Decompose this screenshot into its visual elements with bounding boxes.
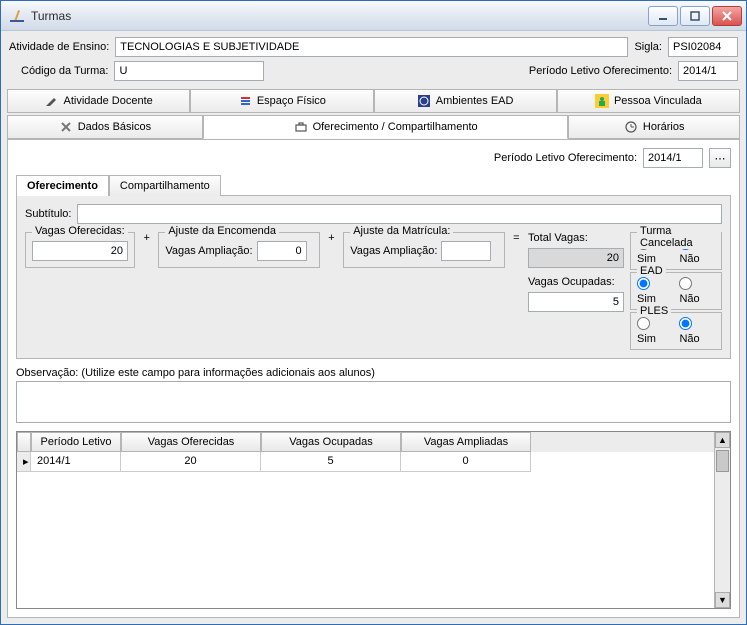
titlebar[interactable]: Turmas [1, 1, 746, 31]
subtab-oferecimento[interactable]: Oferecimento [16, 175, 109, 196]
periodo-header-input[interactable] [678, 61, 738, 81]
grid-header: Período Letivo Vagas Oferecidas Vagas Oc… [17, 432, 714, 452]
ples-sim[interactable]: Sim [637, 317, 671, 345]
clock-icon [624, 120, 638, 134]
header-fields: Atividade de Ensino: Sigla: Código da Tu… [1, 31, 746, 87]
tab-label: Espaço Físico [257, 95, 326, 107]
plus-symbol: + [141, 232, 152, 244]
tab-dados-basicos[interactable]: Dados Básicos [7, 115, 203, 139]
col-ampliadas[interactable]: Vagas Ampliadas [401, 432, 531, 452]
ampliacao-matricula-label: Vagas Ampliação: [350, 245, 437, 257]
vagas-ocupadas-output [528, 292, 624, 312]
col-ocupadas[interactable]: Vagas Ocupadas [261, 432, 401, 452]
pencil-icon [44, 94, 58, 108]
tab-label: Dados Básicos [78, 121, 151, 133]
row-indicator: ▸ [17, 452, 31, 472]
codigo-label: Código da Turma: [21, 65, 108, 77]
tab-ambientes-ead[interactable]: Ambientes EAD [374, 89, 557, 113]
periodo-lookup-button[interactable]: ⋯ [709, 148, 731, 168]
subtab-compartilhamento[interactable]: Compartilhamento [109, 175, 221, 196]
tab-espaco-fisico[interactable]: Espaço Físico [190, 89, 373, 113]
tab-content: Período Letivo Oferecimento: ⋯ Oferecime… [7, 139, 740, 618]
vagas-oferecidas-input[interactable] [32, 241, 128, 261]
cell-periodo: 2014/1 [31, 452, 121, 472]
ampliacao-encomenda-label: Vagas Ampliação: [165, 245, 252, 257]
close-button[interactable] [712, 6, 742, 26]
cell-ocupadas: 5 [261, 452, 401, 472]
ples-legend: PLES [637, 305, 671, 317]
atividade-input[interactable] [115, 37, 628, 57]
app-icon [9, 8, 25, 24]
vagas-oferecidas-legend: Vagas Oferecidas: [32, 225, 128, 237]
tab-label: Oferecimento / Compartilhamento [313, 121, 478, 133]
col-oferecidas[interactable]: Vagas Oferecidas [121, 432, 261, 452]
history-grid: Período Letivo Vagas Oferecidas Vagas Oc… [16, 431, 731, 609]
ples-nao[interactable]: Não [679, 317, 715, 345]
scroll-down-button[interactable]: ▼ [715, 592, 730, 608]
col-periodo[interactable]: Período Letivo [31, 432, 121, 452]
plus-symbol-2: + [326, 232, 337, 244]
minimize-button[interactable] [648, 6, 678, 26]
globe-icon [417, 94, 431, 108]
window-turmas: Turmas Atividade de Ensino: Sigla: Códig… [0, 0, 747, 625]
tab-label: Pessoa Vinculada [614, 95, 702, 107]
person-icon [595, 94, 609, 108]
tab-label: Ambientes EAD [436, 95, 514, 107]
cell-ampliadas: 0 [401, 452, 531, 472]
ead-sim[interactable]: Sim [637, 277, 671, 305]
ajuste-encomenda-legend: Ajuste da Encomenda [165, 225, 279, 237]
list-icon [238, 94, 252, 108]
sigla-input[interactable] [668, 37, 738, 57]
table-row[interactable]: ▸ 2014/1 20 5 0 [17, 452, 714, 472]
main-tabs: Atividade Docente Espaço Físico Ambiente… [1, 87, 746, 139]
tools-icon [59, 120, 73, 134]
grid-corner [17, 432, 31, 452]
ampliacao-matricula-input[interactable] [441, 241, 491, 261]
tab-horarios[interactable]: Horários [568, 115, 740, 139]
ajuste-matricula-legend: Ajuste da Matrícula: [350, 225, 453, 237]
vertical-scrollbar[interactable]: ▲ ▼ [714, 432, 730, 608]
scroll-up-button[interactable]: ▲ [715, 432, 730, 448]
turma-cancelada-legend: Turma Cancelada [637, 225, 721, 249]
cell-oferecidas: 20 [121, 452, 261, 472]
equals-symbol: = [511, 232, 522, 244]
briefcase-icon [294, 120, 308, 134]
atividade-label: Atividade de Ensino: [9, 41, 109, 53]
periodo-content-label: Período Letivo Oferecimento: [494, 152, 637, 164]
ead-nao[interactable]: Não [679, 277, 715, 305]
observacao-label: Observação: (Utilize este campo para inf… [16, 367, 731, 379]
subtitulo-label: Subtítulo: [25, 208, 71, 220]
tab-pessoa-vinculada[interactable]: Pessoa Vinculada [557, 89, 740, 113]
tab-atividade-docente[interactable]: Atividade Docente [7, 89, 190, 113]
total-vagas-output [528, 248, 624, 268]
periodo-header-label: Período Letivo Oferecimento: [529, 65, 672, 77]
total-vagas-label: Total Vagas: [528, 232, 624, 244]
scroll-thumb[interactable] [716, 450, 729, 472]
sub-tabs: Oferecimento Compartilhamento [16, 174, 731, 195]
vagas-ocupadas-label: Vagas Ocupadas: [528, 276, 624, 288]
subtab-body: Subtítulo: Vagas Oferecidas: + Ajuste da… [16, 195, 731, 359]
subtitulo-input[interactable] [77, 204, 722, 224]
ampliacao-encomenda-input[interactable] [257, 241, 307, 261]
tab-label: Atividade Docente [63, 95, 152, 107]
periodo-content-input[interactable] [643, 148, 703, 168]
tab-oferecimento[interactable]: Oferecimento / Compartilhamento [203, 115, 569, 139]
observacao-textarea[interactable] [16, 381, 731, 423]
ead-legend: EAD [637, 265, 666, 277]
sigla-label: Sigla: [634, 41, 662, 53]
codigo-input[interactable] [114, 61, 264, 81]
tab-label: Horários [643, 121, 685, 133]
window-title: Turmas [31, 9, 648, 23]
maximize-button[interactable] [680, 6, 710, 26]
